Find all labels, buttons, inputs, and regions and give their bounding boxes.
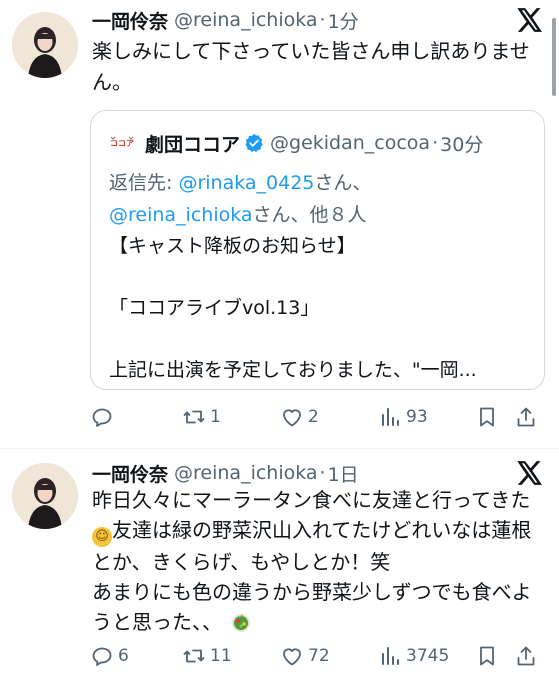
user-handle[interactable]: @reina_ichioka [174, 462, 318, 484]
tweet[interactable]: 一岡伶奈 @reina_ichioka · 1分 楽しみにして下さっていた皆さん… [0, 0, 559, 448]
scrollbar[interactable] [552, 18, 556, 96]
heart-icon [283, 648, 301, 666]
quote-timestamp[interactable]: 30分 [440, 130, 483, 157]
timestamp[interactable]: 1分 [328, 7, 359, 34]
reply-context: 返信先: @rinaka_0425さん、 @reina_ichiokaさん、他８人 [109, 167, 529, 231]
x-logo-icon [517, 461, 542, 485]
avatar[interactable] [12, 463, 78, 529]
display-name[interactable]: 一岡伶奈 [92, 7, 168, 34]
reply-mid: さん、 [314, 172, 372, 194]
action-bar: 1 2 93 [90, 402, 546, 432]
views-button[interactable]: 3745 [378, 641, 449, 671]
reply-count: 6 [118, 646, 129, 666]
quoted-tweet[interactable]: ココア 劇団ココア @gekidan_cocoa · 30分 返信先: @rin… [90, 110, 545, 390]
reply-button[interactable] [90, 402, 118, 432]
retweet-count: 11 [210, 646, 232, 666]
quote-body: 【キャスト降板のお知らせ】 「ココアライブvol.13」 上記に出演を予定してお… [109, 231, 529, 386]
share-button[interactable] [514, 402, 538, 432]
retweet-button[interactable]: 1 [182, 402, 221, 432]
separator-dot: · [432, 132, 439, 154]
bookmark-button[interactable] [475, 402, 499, 432]
quote-line: 【キャスト降板のお知らせ】 [109, 235, 356, 257]
share-icon [517, 646, 535, 666]
share-button[interactable] [514, 641, 538, 671]
view-count: 3745 [406, 646, 450, 666]
x-logo-icon [517, 8, 542, 32]
views-icon [382, 408, 399, 426]
reply-icon [92, 647, 112, 666]
tweet-text-part: 友達は緑の野菜沢山入れてたけどれいなは蓮根とか、きくらげ、もやしとか！笑 あまり… [92, 518, 532, 634]
mention-link[interactable]: @reina_ichioka [109, 204, 253, 226]
retweet-icon [183, 649, 205, 663]
retweet-icon [183, 410, 205, 424]
views-button[interactable]: 93 [378, 402, 428, 432]
view-count: 93 [406, 407, 428, 427]
reply-prefix: 返信先: [109, 172, 179, 194]
reply-button[interactable]: 6 [90, 641, 129, 671]
heart-icon [283, 409, 301, 427]
separator-dot: · [319, 9, 326, 31]
quote-line [109, 324, 529, 355]
share-icon [517, 407, 535, 427]
like-count: 72 [308, 646, 330, 666]
avatar[interactable] [12, 12, 78, 78]
svg-text:ココア: ココア [110, 139, 134, 148]
bookmark-button[interactable] [475, 641, 499, 671]
tweet-header: 一岡伶奈 @reina_ichioka · 1分 [92, 7, 359, 34]
tweet-text: 楽しみにして下さっていた皆さん申し訳ありません。 [92, 39, 530, 94]
user-handle[interactable]: @reina_ichioka [174, 9, 318, 31]
separator-dot: · [319, 462, 326, 484]
tweet-header: 一岡伶奈 @reina_ichioka · 1日 [92, 460, 359, 487]
quote-header: ココア 劇団ココア @gekidan_cocoa · 30分 [109, 130, 483, 157]
display-name[interactable]: 一岡伶奈 [92, 460, 168, 487]
retweet-count: 1 [210, 407, 221, 427]
quote-display-name[interactable]: 劇団ココア [145, 130, 240, 157]
tweet-text-part: 昨日久々にマーラータン食べに友達と行ってきた [92, 488, 531, 512]
reply-icon [92, 408, 112, 427]
bookmark-icon [480, 407, 494, 427]
tweet[interactable]: 一岡伶奈 @reina_ichioka · 1日 昨日久々にマーラータン食べに友… [0, 449, 559, 680]
reply-suffix: さん、他８人 [252, 204, 367, 226]
like-button[interactable]: 72 [280, 641, 330, 671]
cocoa-logo-icon: ココア [109, 136, 135, 148]
bookmark-icon [480, 646, 494, 666]
views-icon [382, 647, 399, 665]
like-button[interactable]: 2 [280, 402, 319, 432]
quote-line: 上記に出演を予定しておりました、"一岡... [109, 359, 477, 381]
timestamp[interactable]: 1日 [328, 460, 359, 487]
action-bar: 6 11 72 3745 [90, 641, 546, 671]
mention-link[interactable]: @rinaka_0425 [178, 172, 314, 194]
like-count: 2 [308, 407, 319, 427]
salad-emoji-icon [232, 614, 250, 632]
retweet-button[interactable]: 11 [182, 641, 232, 671]
verified-badge-icon [245, 133, 263, 153]
quote-user-handle[interactable]: @gekidan_cocoa [270, 132, 430, 154]
tweet-text: 昨日久々にマーラータン食べに友達と行ってきた ☺ 友達は緑の野菜沢山入れてたけどれい… [92, 485, 542, 637]
quote-line [109, 262, 529, 293]
smile-emoji-icon: ☺ [92, 527, 112, 547]
quote-line: 「ココアライブvol.13」 [109, 297, 320, 319]
